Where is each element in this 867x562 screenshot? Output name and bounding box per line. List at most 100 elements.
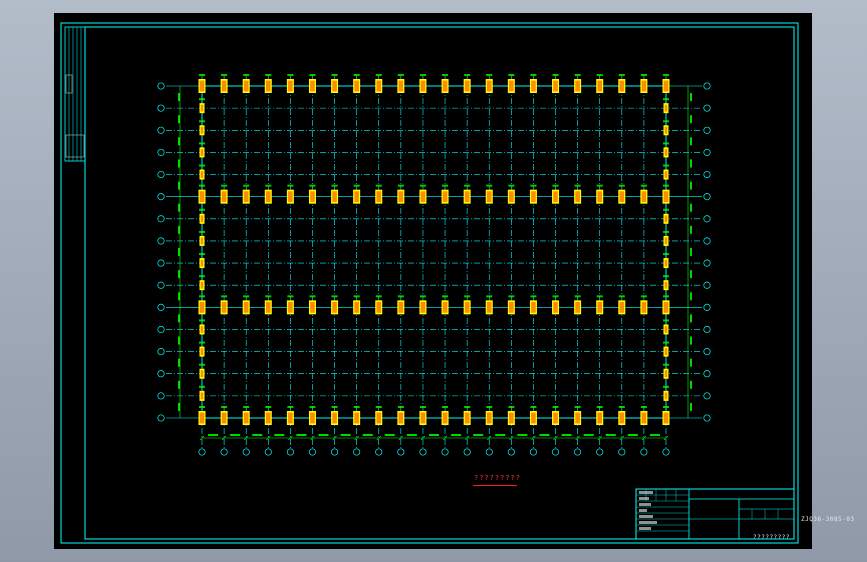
column-tag	[464, 74, 471, 76]
column-tag	[442, 184, 449, 187]
column-tag	[663, 230, 669, 233]
axis-bubble-bottom	[441, 448, 449, 456]
column-tag	[552, 406, 559, 408]
column-tag	[442, 74, 449, 76]
column-core	[553, 80, 558, 92]
column-tag	[243, 406, 250, 408]
column-core	[200, 237, 204, 245]
axis-bubble-bottom	[507, 448, 515, 456]
dimension-text	[583, 434, 594, 436]
column-tag	[353, 184, 360, 187]
column-tag	[419, 295, 426, 298]
dimension-text	[690, 358, 692, 367]
column-core	[199, 301, 205, 313]
column-core	[200, 348, 204, 355]
column-core	[641, 301, 647, 313]
axis-bubble-left	[157, 281, 165, 289]
dimension-text	[649, 434, 660, 436]
axis-bubble-bottom	[331, 448, 339, 456]
column-tag	[663, 142, 669, 145]
column-core	[663, 412, 669, 424]
column-core	[200, 104, 204, 112]
column-tag	[574, 406, 581, 408]
column-tag	[552, 295, 559, 298]
column-tag	[221, 406, 228, 408]
dimension-text	[178, 93, 180, 102]
dimension-text	[690, 402, 692, 411]
axis-bubble-bottom	[220, 448, 228, 456]
column-core	[442, 412, 448, 424]
column-core	[420, 191, 426, 203]
column-tag	[486, 295, 493, 298]
column-tag	[640, 184, 647, 187]
column-tag	[221, 295, 228, 298]
column-core	[420, 80, 426, 92]
column-tag	[663, 208, 669, 211]
title-block-label	[639, 497, 649, 500]
binding-strip	[64, 26, 86, 162]
dimension-text	[539, 434, 550, 436]
dimension-text	[178, 225, 180, 234]
column-core	[663, 301, 669, 313]
column-core	[664, 126, 668, 134]
column-core	[641, 412, 647, 424]
column-core	[575, 301, 580, 313]
column-core	[288, 412, 293, 424]
column-core	[420, 301, 426, 313]
column-tag	[353, 406, 360, 408]
dimension-text	[340, 434, 351, 436]
column-tag	[199, 253, 205, 256]
column-tag	[486, 74, 493, 76]
column-core	[310, 191, 315, 203]
title-block	[635, 488, 795, 540]
column-core	[398, 412, 404, 424]
axis-bubble-bottom	[375, 448, 383, 456]
dimension-text	[690, 93, 692, 102]
column-core	[464, 80, 470, 92]
axis-bubble-right	[703, 414, 711, 422]
column-tag	[243, 295, 250, 298]
axis-bubble-left	[157, 82, 165, 90]
column-core	[619, 412, 625, 424]
drawing-sheet: ????????? ZJQ36-3085-03 ?????????	[54, 13, 854, 549]
column-tag	[530, 295, 537, 298]
dimension-text	[406, 434, 417, 436]
axis-bubble-left	[157, 370, 165, 378]
axis-bubble-bottom	[397, 448, 405, 456]
column-core	[200, 126, 204, 134]
column-core	[486, 412, 492, 424]
column-core	[288, 301, 293, 313]
column-core	[221, 301, 227, 313]
dimension-text	[495, 434, 506, 436]
axis-bubble-left	[157, 193, 165, 201]
dimension-text	[690, 181, 692, 190]
column-tag	[309, 406, 316, 408]
column-tag	[508, 74, 515, 76]
dimension-text	[627, 434, 638, 436]
column-tag	[663, 385, 669, 388]
column-tag	[464, 406, 471, 408]
column-tag	[596, 184, 603, 187]
column-tag	[331, 74, 338, 76]
axis-bubble-bottom	[286, 448, 294, 456]
column-tag	[530, 184, 537, 187]
column-core	[664, 370, 668, 378]
column-core	[265, 301, 271, 313]
column-core	[243, 412, 249, 424]
dimension-text	[561, 434, 572, 436]
column-tag	[331, 295, 338, 298]
axis-bubble-bottom	[198, 448, 206, 456]
dimension-text	[178, 336, 180, 345]
axis-bubble-left	[157, 348, 165, 356]
column-tag	[663, 406, 669, 408]
column-core	[664, 326, 668, 333]
column-tag	[199, 142, 205, 145]
column-tag	[353, 74, 360, 76]
dimension-text	[384, 434, 395, 436]
column-core	[664, 149, 668, 156]
axis-bubble-right	[703, 237, 711, 245]
structural-plan-drawing	[60, 22, 799, 544]
column-core	[243, 301, 249, 313]
axis-bubble-left	[157, 237, 165, 245]
axis-bubble-bottom	[662, 448, 670, 456]
